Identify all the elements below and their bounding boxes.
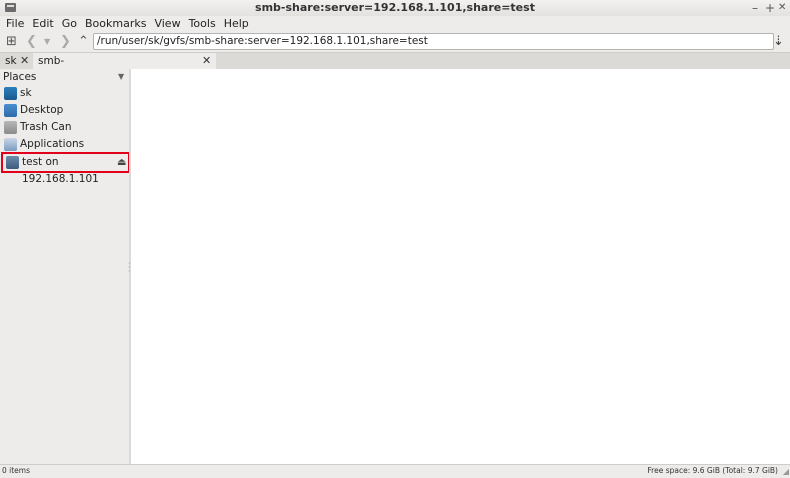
back-icon[interactable]: ❮	[26, 33, 37, 51]
free-space: Free space: 9.6 GiB (Total: 9.7 GiB)	[647, 466, 778, 475]
sidebar-item-trash[interactable]: Trash Can	[3, 119, 127, 136]
menu-bookmarks[interactable]: Bookmarks	[81, 16, 150, 32]
sidebar-item-label: Trash Can	[20, 121, 72, 133]
sidebar-item-label: Applications	[20, 138, 85, 150]
location-input[interactable]: /run/user/sk/gvfs/smb-share:server=192.1…	[93, 33, 774, 50]
tab-bar: sk ✕ smb-share:server=192.168.1.101,sh..…	[0, 52, 790, 83]
tab-close-icon[interactable]: ✕	[202, 53, 211, 69]
menu-view[interactable]: View	[150, 16, 184, 32]
eject-icon[interactable]: ⏏	[117, 154, 126, 171]
menu-edit[interactable]: Edit	[28, 16, 57, 32]
menu-tools[interactable]: Tools	[185, 16, 220, 32]
sidebar-item-desktop[interactable]: Desktop	[3, 102, 127, 119]
places-dropdown-icon[interactable]: ▼	[118, 72, 124, 81]
sidebar-item-sk[interactable]: sk	[3, 85, 127, 102]
menu-bar: File Edit Go Bookmarks View Tools Help	[0, 16, 790, 32]
network-share-icon	[6, 156, 19, 169]
tab-smb-share[interactable]: smb-share:server=192.168.1.101,sh... ✕	[33, 53, 216, 83]
history-dropdown-icon[interactable]: ▼	[44, 33, 50, 51]
sidebar-item-applications[interactable]: Applications	[3, 136, 127, 153]
trash-icon	[4, 121, 17, 134]
status-bar: 0 items Free space: 9.6 GiB (Total: 9.7 …	[0, 464, 790, 478]
window-title: smb-share:server=192.168.1.101,share=tes…	[255, 1, 535, 14]
sidebar-item-network-share[interactable]: test on 192.168.1.101 ⏏	[1, 152, 130, 185]
places-header[interactable]: Places	[3, 71, 36, 83]
menu-file[interactable]: File	[0, 16, 28, 32]
forward-icon[interactable]: ❯	[60, 33, 71, 51]
menu-go[interactable]: Go	[58, 16, 81, 32]
tab-close-icon[interactable]: ✕	[20, 53, 29, 69]
tab-sk[interactable]: sk ✕	[0, 53, 35, 69]
toolbar: ⊞ ❮ ▼ ❯ ⌃ /run/user/sk/gvfs/smb-share:se…	[0, 32, 790, 52]
close-button[interactable]: ✕	[778, 1, 786, 15]
maximize-button[interactable]: +	[765, 1, 775, 15]
minimize-button[interactable]: –	[752, 1, 758, 15]
sidebar-item-label: test on 192.168.1.101	[22, 156, 99, 185]
go-icon[interactable]: ⇣	[773, 33, 784, 51]
new-tab-icon[interactable]: ⊞	[6, 33, 17, 51]
applications-icon	[4, 138, 17, 151]
places-sidebar: Places ▼ sk Desktop Trash Can Applicatio…	[0, 69, 130, 464]
sidebar-item-label: Desktop	[20, 104, 64, 116]
file-view[interactable]	[131, 69, 790, 464]
item-count: 0 items	[2, 466, 31, 475]
up-icon[interactable]: ⌃	[78, 33, 89, 51]
title-bar: smb-share:server=192.168.1.101,share=tes…	[0, 0, 790, 17]
home-folder-icon	[4, 87, 17, 100]
sidebar-item-label: sk	[20, 87, 32, 99]
resize-grip-icon[interactable]: ◢	[783, 467, 789, 476]
tab-label: sk	[5, 55, 17, 67]
menu-help[interactable]: Help	[220, 16, 253, 32]
desktop-icon	[4, 104, 17, 117]
